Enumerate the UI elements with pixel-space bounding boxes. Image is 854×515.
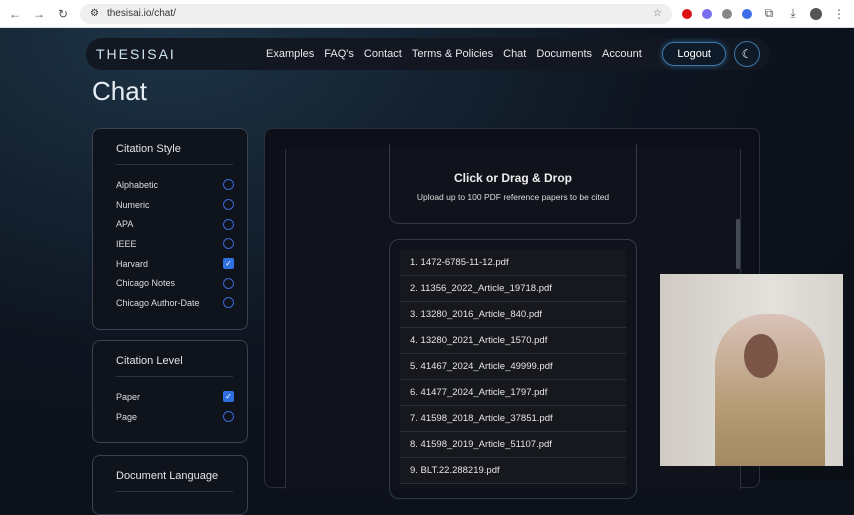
site-info-icon[interactable]: ⚙ <box>90 8 99 19</box>
back-icon[interactable]: ← <box>8 7 22 21</box>
option-label: Chicago Notes <box>116 278 176 289</box>
nav-examples[interactable]: Examples <box>266 48 314 60</box>
menu-dots-icon[interactable]: ⋮ <box>832 7 846 21</box>
option-label: APA <box>116 219 134 230</box>
file-item[interactable]: 5. 41467_2024_Article_49999.pdf <box>400 354 626 380</box>
nav-documents[interactable]: Documents <box>536 48 592 60</box>
option-numeric[interactable]: Numeric <box>116 195 247 215</box>
radio-button[interactable] <box>223 277 234 289</box>
opera-extension-icon[interactable] <box>682 8 692 19</box>
extension-icon[interactable] <box>742 8 752 19</box>
option-apa[interactable]: APA <box>116 214 247 234</box>
nav-account[interactable]: Account <box>602 48 642 60</box>
citation-level-card: Citation Level Paper ✓ Page <box>92 340 248 443</box>
option-chicago-author-date[interactable]: Chicago Author-Date <box>116 293 247 313</box>
document-language-card: Document Language <box>92 455 248 515</box>
file-item[interactable]: 2. 11356_2022_Article_19718.pdf <box>400 276 626 302</box>
file-item[interactable]: 8. 41598_2019_Article_51107.pdf <box>400 432 626 458</box>
nav-chat[interactable]: Chat <box>503 48 526 60</box>
file-item[interactable]: 6. 41477_2024_Article_1797.pdf <box>400 380 626 406</box>
file-item[interactable]: 4. 13280_2021_Article_1570.pdf <box>400 328 626 354</box>
citation-style-card: Citation Style Alphabetic Numeric APA IEEE H… <box>92 128 248 330</box>
upload-title: Click or Drag & Drop <box>453 171 573 185</box>
checked-checkbox-icon[interactable]: ✓ <box>223 258 234 270</box>
bookmark-star-icon[interactable]: ☆ <box>653 8 662 19</box>
webcam-overlay <box>660 274 843 466</box>
logout-button[interactable]: Logout <box>662 42 726 66</box>
option-alphabetic[interactable]: Alphabetic <box>116 175 247 195</box>
option-label: Paper <box>116 391 141 402</box>
option-harvard[interactable]: Harvard ✓ <box>116 254 247 274</box>
upload-subtitle: Upload up to 100 PDF reference papers to… <box>416 192 610 202</box>
option-label: Numeric <box>116 199 150 210</box>
option-label: Alphabetic <box>116 179 159 190</box>
extensions-puzzle-icon[interactable]: ⧉ <box>762 6 776 21</box>
radio-button[interactable] <box>223 199 234 211</box>
file-item[interactable]: 1. 1472-6785-11-12.pdf <box>400 250 626 276</box>
logo[interactable]: THESISAI <box>96 46 266 62</box>
dark-mode-toggle-moon-icon[interactable]: ☾ <box>734 41 760 67</box>
radio-button[interactable] <box>223 218 234 230</box>
nav-contact[interactable]: Contact <box>364 48 402 60</box>
file-item[interactable]: 7. 41598_2018_Article_37851.pdf <box>400 406 626 432</box>
option-label: IEEE <box>116 238 137 249</box>
extension-icon[interactable] <box>702 8 712 19</box>
nav-faqs[interactable]: FAQ's <box>324 48 354 60</box>
document-language-title: Document Language <box>116 470 233 492</box>
address-bar[interactable]: ⚙ thesisai.io/chat/ ☆ <box>80 3 672 24</box>
reload-icon[interactable]: ↻ <box>56 7 70 21</box>
option-label: Chicago Author-Date <box>116 297 200 308</box>
page: THESISAI Examples FAQ's Contact Terms & … <box>0 28 854 515</box>
radio-button[interactable] <box>223 297 234 309</box>
uploaded-files-list: 1. 1472-6785-11-12.pdf 2. 11356_2022_Arti… <box>389 239 637 499</box>
forward-icon[interactable]: → <box>32 7 46 21</box>
download-icon[interactable]: ⤓ <box>786 6 800 21</box>
option-chicago-notes[interactable]: Chicago Notes <box>116 273 247 293</box>
option-label: Harvard <box>116 258 149 269</box>
citation-style-title: Citation Style <box>116 143 233 165</box>
browser-toolbar: ← → ↻ ⚙ thesisai.io/chat/ ☆ ⧉ ⤓ ⋮ <box>0 0 854 28</box>
option-paper[interactable]: Paper ✓ <box>116 387 247 407</box>
radio-button[interactable] <box>223 238 234 250</box>
radio-button[interactable] <box>223 411 234 423</box>
scrollbar[interactable] <box>736 219 740 269</box>
checked-checkbox-icon[interactable]: ✓ <box>223 391 234 403</box>
option-label: Page <box>116 411 138 422</box>
presenter-face <box>744 334 778 378</box>
citation-level-title: Citation Level <box>116 355 233 377</box>
url-text: thesisai.io/chat/ <box>106 8 176 19</box>
radio-button[interactable] <box>223 179 234 191</box>
option-ieee[interactable]: IEEE <box>116 234 247 254</box>
nav-terms[interactable]: Terms & Policies <box>412 48 493 60</box>
file-item[interactable]: 3. 13280_2016_Article_840.pdf <box>400 302 626 328</box>
profile-avatar[interactable] <box>810 7 822 20</box>
top-navbar: THESISAI Examples FAQ's Contact Terms & … <box>86 38 770 70</box>
extension-icon[interactable] <box>722 8 732 19</box>
file-item[interactable]: 9. BLT.22.288219.pdf <box>400 458 626 484</box>
page-title: Chat <box>92 76 147 106</box>
option-page[interactable]: Page <box>116 407 247 427</box>
upload-dropzone[interactable]: Click or Drag & Drop Upload up to 100 PD… <box>389 144 637 224</box>
